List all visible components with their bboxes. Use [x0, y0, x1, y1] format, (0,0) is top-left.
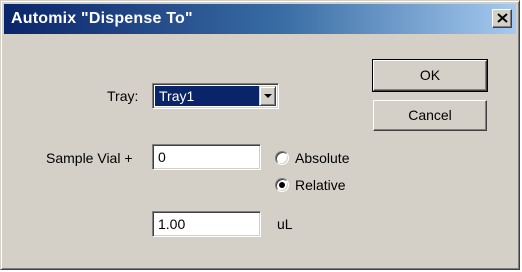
dialog-window: Automix "Dispense To" Tray: Tray1 OK Can…: [0, 0, 520, 270]
volume-unit-label: uL: [277, 216, 293, 232]
sample-vial-input[interactable]: 0: [152, 144, 261, 170]
sample-vial-label: Sample Vial +: [46, 150, 133, 166]
title-bar[interactable]: Automix "Dispense To": [4, 4, 516, 34]
tray-dropdown-button[interactable]: [259, 86, 276, 106]
ok-button[interactable]: OK: [372, 59, 488, 92]
relative-radio[interactable]: [275, 178, 289, 192]
absolute-label[interactable]: Absolute: [295, 150, 349, 166]
close-button[interactable]: [492, 9, 512, 28]
sample-vial-value: 0: [158, 149, 166, 165]
volume-value: 1.00: [158, 216, 186, 232]
relative-label[interactable]: Relative: [295, 177, 346, 193]
volume-input[interactable]: 1.00: [152, 211, 261, 237]
window-title: Automix "Dispense To": [11, 10, 193, 27]
absolute-radio[interactable]: [275, 151, 289, 165]
tray-selected-value: Tray1: [155, 86, 259, 106]
radio-selected-dot: [279, 182, 285, 188]
tray-combobox[interactable]: Tray1: [152, 83, 279, 109]
chevron-down-icon: [264, 94, 272, 98]
cancel-button[interactable]: Cancel: [373, 100, 487, 131]
close-icon: [497, 13, 508, 23]
tray-label: Tray:: [107, 88, 139, 104]
